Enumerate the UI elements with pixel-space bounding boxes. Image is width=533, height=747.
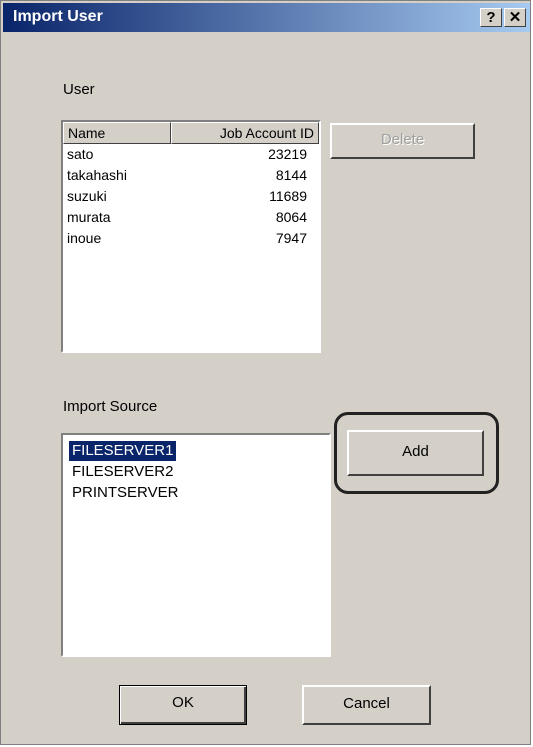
help-button[interactable]: ? bbox=[480, 8, 502, 27]
title-bar[interactable]: Import User ? ✕ bbox=[3, 3, 530, 32]
import-user-dialog: Import User ? ✕ User Name Job Account ID… bbox=[0, 0, 531, 745]
import-source-label: Import Source bbox=[63, 398, 158, 415]
user-name-cell: takahashi bbox=[67, 167, 127, 183]
table-row[interactable]: suzuki 11689 bbox=[63, 188, 319, 208]
import-source-list[interactable]: FILESERVER1 FILESERVER2 PRINTSERVER bbox=[61, 433, 331, 657]
list-item[interactable]: FILESERVER1 bbox=[67, 440, 178, 462]
table-row[interactable]: takahashi 8144 bbox=[63, 167, 319, 187]
job-account-id-cell: 23219 bbox=[268, 146, 307, 162]
table-row[interactable]: murata 8064 bbox=[63, 209, 319, 229]
user-name-cell: suzuki bbox=[67, 188, 107, 204]
list-item[interactable]: PRINTSERVER bbox=[69, 483, 181, 503]
job-account-id-cell: 8064 bbox=[275, 209, 307, 225]
user-name-cell: inoue bbox=[67, 230, 102, 246]
close-button[interactable]: ✕ bbox=[504, 8, 526, 27]
user-group-label: User bbox=[63, 81, 95, 98]
delete-button[interactable]: Delete bbox=[330, 123, 475, 159]
column-header-name[interactable]: Name bbox=[63, 122, 171, 144]
table-row[interactable]: inoue 7947 bbox=[63, 230, 319, 250]
user-name-cell: murata bbox=[67, 209, 111, 225]
job-account-id-cell: 8144 bbox=[275, 167, 307, 183]
user-name-cell: sato bbox=[67, 146, 94, 162]
column-header-job-account-id[interactable]: Job Account ID bbox=[171, 122, 319, 144]
cancel-button[interactable]: Cancel bbox=[302, 685, 431, 725]
window-title: Import User bbox=[13, 8, 103, 25]
table-row[interactable]: sato 23219 bbox=[63, 146, 319, 166]
highlight-callout bbox=[334, 412, 499, 494]
ok-button[interactable]: OK bbox=[119, 685, 247, 725]
list-item[interactable]: FILESERVER2 bbox=[69, 462, 176, 482]
job-account-id-cell: 11689 bbox=[269, 188, 307, 204]
job-account-id-cell: 7947 bbox=[275, 230, 307, 246]
user-list[interactable]: Name Job Account ID sato 23219 takahashi 81… bbox=[61, 120, 321, 353]
